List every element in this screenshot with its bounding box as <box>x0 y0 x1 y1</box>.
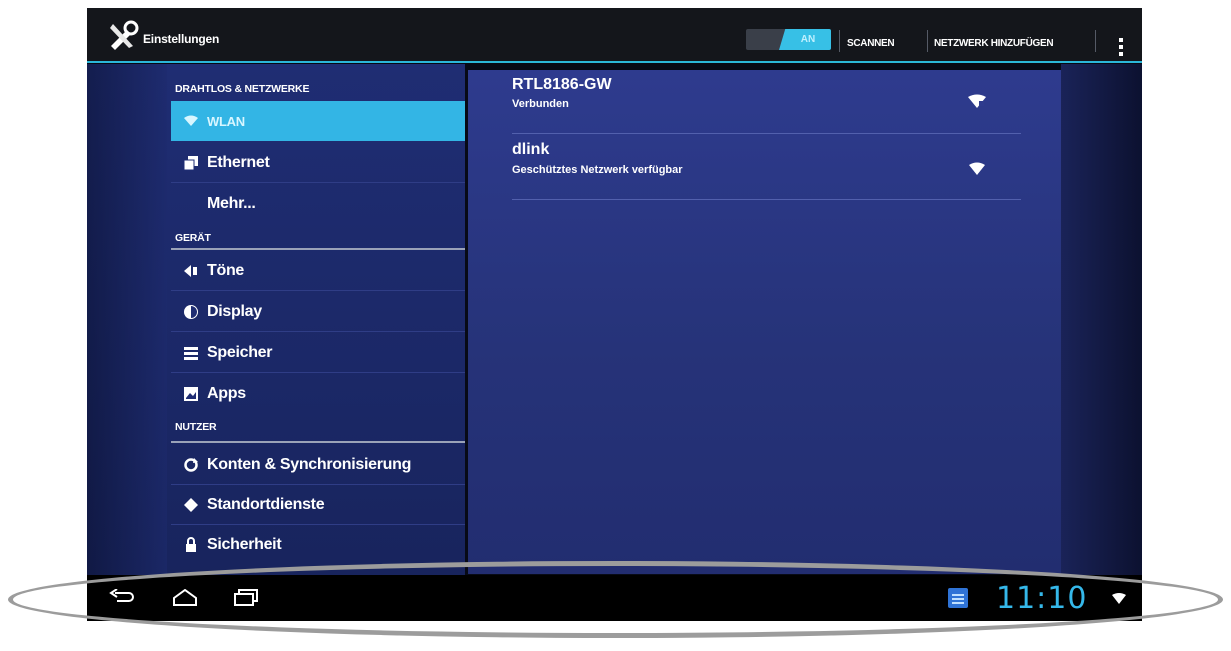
action-bar: Einstellungen AN SCANNEN NETZWERK HINZUF… <box>87 8 1142 62</box>
sidebar-item-wlan[interactable]: WLAN <box>171 101 465 141</box>
overflow-menu-icon[interactable] <box>1119 38 1123 58</box>
wifi-signal-icon <box>968 94 986 108</box>
recent-apps-icon[interactable] <box>233 589 261 607</box>
sidebar-item-label: Mehr... <box>207 195 256 212</box>
sidebar-item-label: Sicherheit <box>207 536 282 553</box>
sidebar-item-display[interactable]: Display <box>171 292 465 332</box>
sidebar-item-label: Speicher <box>207 344 273 361</box>
list-divider <box>512 199 1021 200</box>
tablet-screen: Einstellungen AN SCANNEN NETZWERK HINZUF… <box>87 8 1142 621</box>
sidebar-item-ethernet[interactable]: Ethernet <box>171 143 465 183</box>
list-divider <box>512 133 1021 134</box>
back-icon[interactable] <box>109 589 137 607</box>
scan-button[interactable]: SCANNEN <box>847 38 895 49</box>
action-divider <box>1095 30 1096 52</box>
sync-icon <box>184 458 198 472</box>
sidebar-item-security[interactable]: Sicherheit <box>171 525 465 565</box>
location-icon <box>184 498 198 512</box>
speaker-icon <box>184 265 197 277</box>
sidebar-item-label: Konten & Synchronisierung <box>207 456 412 473</box>
app-title: Einstellungen <box>143 32 220 46</box>
sidebar-item-accounts-sync[interactable]: Konten & Synchronisierung <box>171 445 465 485</box>
network-ssid: RTL8186-GW <box>512 76 612 93</box>
network-status: Verbunden <box>512 98 569 110</box>
wifi-toggle[interactable]: AN <box>746 29 831 50</box>
apps-icon <box>184 387 198 401</box>
system-bar: 11:10 <box>87 575 1142 621</box>
add-network-button[interactable]: NETZWERK HINZUFÜGEN <box>934 38 1054 49</box>
sidebar-item-label: Apps <box>207 385 246 402</box>
sidebar-item-label: Töne <box>207 262 245 279</box>
sidebar-item-more[interactable]: Mehr... <box>171 184 465 224</box>
wifi-icon <box>184 115 198 126</box>
action-bar-underline <box>87 61 1142 63</box>
home-icon[interactable] <box>171 589 199 607</box>
sidebar-item-location[interactable]: Standortdienste <box>171 485 465 525</box>
sidebar-item-sounds[interactable]: Töne <box>171 251 465 291</box>
list-divider <box>171 182 465 183</box>
list-divider <box>171 372 465 373</box>
notification-icon[interactable] <box>948 588 968 608</box>
network-item-rtl8186[interactable]: RTL8186-GW Verbunden <box>512 76 1021 134</box>
section-divider <box>171 441 465 443</box>
network-status: Geschütztes Netzwerk verfügbar <box>512 164 683 176</box>
list-shadow <box>87 64 167 575</box>
section-divider <box>171 248 465 250</box>
sidebar-item-storage[interactable]: Speicher <box>171 333 465 373</box>
list-divider <box>171 331 465 332</box>
sidebar-item-label: WLAN <box>207 114 245 129</box>
sidebar-item-label: Ethernet <box>207 154 270 171</box>
settings-tools-icon[interactable] <box>107 20 141 50</box>
wifi-signal-locked-icon <box>969 162 985 175</box>
action-divider <box>839 30 840 52</box>
sidebar-item-apps[interactable]: Apps <box>171 374 465 414</box>
storage-icon <box>184 347 198 360</box>
action-divider <box>927 30 928 52</box>
wifi-network-list: RTL8186-GW Verbunden dlink Geschütztes N… <box>468 70 1061 574</box>
section-header-wireless: DRAHTLOS & NETZWERKE <box>175 83 310 95</box>
display-icon <box>184 305 198 319</box>
sidebar-item-label: Display <box>207 303 262 320</box>
section-header-user: NUTZER <box>175 421 217 433</box>
list-divider <box>171 290 465 291</box>
ethernet-icon <box>183 156 198 171</box>
sidebar-item-label: Standortdienste <box>207 496 325 513</box>
network-item-dlink[interactable]: dlink Geschütztes Netzwerk verfügbar <box>512 141 1021 200</box>
wifi-toggle-state: AN <box>779 29 831 50</box>
section-header-device: GERÄT <box>175 232 211 244</box>
lock-icon <box>186 537 196 552</box>
content-edge <box>1061 64 1142 575</box>
clock[interactable]: 11:10 <box>996 581 1087 616</box>
wifi-status-icon[interactable] <box>1112 593 1126 604</box>
network-ssid: dlink <box>512 141 550 158</box>
